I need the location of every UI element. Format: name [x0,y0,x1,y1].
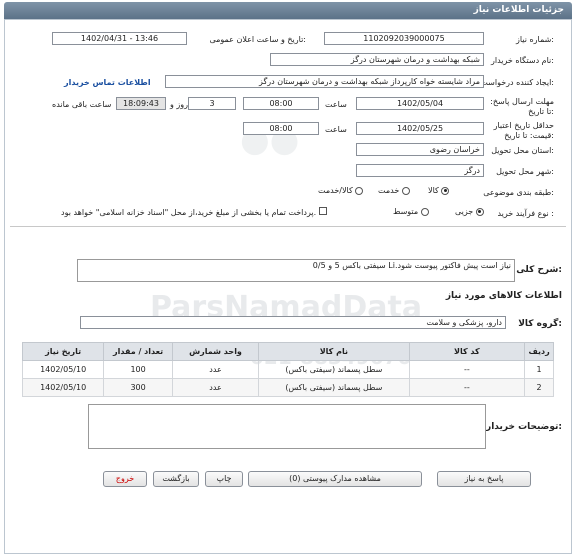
goods-table: تاریخ نیاز تعداد / مقدار واحد شمارش نام … [21,342,554,397]
process-option-minor[interactable]: جزیی [455,207,484,216]
goods-group-field: دارو، پزشکی و سلامت [80,316,506,329]
deadline-date-field: 1402/05/04 [356,97,484,110]
radio-icon[interactable] [420,207,429,216]
category-option-service[interactable]: خدمت [378,186,410,195]
cell-quantity: 100 [103,360,173,379]
goods-section-title: اطلاعات کالاهای مورد نیاز [445,291,562,301]
back-button[interactable]: بازگشت [153,471,199,487]
deadline-time-field: 08:00 [243,97,319,110]
buyer-org-field: شبکه بهداشت و درمان شهرستان درگز [270,53,484,66]
reply-button[interactable]: پاسخ به نیاز [437,471,531,487]
radio-selected-icon[interactable] [475,207,484,216]
process-label: نوع فرآیند خرید : [497,209,554,218]
need-number-field: 1102092039000075 [324,32,484,45]
validity-time-label: ساعت [325,125,347,134]
window-title: جزئیات اطلاعات نیاز [473,5,564,15]
validity-time-field: 08:00 [243,122,319,135]
radio-icon[interactable] [401,186,410,195]
announce-field: 1402/04/31 - 13:46 [52,32,187,45]
checkbox-icon[interactable] [318,207,327,215]
col-row: ردیف [524,342,554,361]
radio-icon[interactable] [355,186,364,195]
remaining-time-field: 18:09:43 [116,97,166,110]
print-button[interactable]: چاپ [205,471,243,487]
cell-quantity: 300 [103,378,173,397]
creator-field: مراد شایسته خواه کارپرداز شبکه بهداشت و … [165,75,484,88]
days-field: 3 [188,97,236,110]
table-row[interactable]: 1402/05/10 300 عدد سطل پسماند (سیفتی باک… [21,378,554,397]
cell-item-name: سطل پسماند (سیفتی باکس) [258,360,410,379]
payment-treasury-checkbox[interactable]: پرداخت تمام یا بخشی از مبلغ خرید،از محل … [61,207,327,217]
city-label: شهر محل تحویل: [496,167,554,176]
category-option-goods[interactable]: کالا [428,186,450,195]
cell-item-code: -- [408,360,526,379]
table-row[interactable]: 1402/05/10 100 عدد سطل پسماند (سیفتی باک… [21,360,554,379]
days-label: روز و [170,100,188,109]
need-number-label: شماره نیاز: [515,35,554,44]
summary-field: سیفتی باکس 5 و 0/5 Li.نیاز است پیش فاکتو… [77,259,515,282]
deadline-time-label: ساعت [325,100,347,109]
province-field: خراسان رضوی [356,143,484,156]
buyer-contact-link[interactable]: اطلاعات تماس خریدار [64,78,151,87]
goods-group-label: گروه کالا: [518,319,562,329]
exit-button[interactable]: خروج [103,471,147,487]
window-titlebar: جزئیات اطلاعات نیاز [4,2,572,19]
col-need-date: تاریخ نیاز [21,342,105,361]
cell-item-name: سطل پسماند (سیفتی باکس) [258,378,410,397]
divider [10,226,566,227]
buyer-org-label: نام دستگاه خریدار: [490,56,554,65]
goods-table-header: تاریخ نیاز تعداد / مقدار واحد شمارش نام … [21,342,554,361]
cell-row: 2 [524,378,554,397]
validity-date-field: 1402/05/25 [356,122,484,135]
col-item-name: نام کالا [258,342,410,361]
process-option-medium[interactable]: متوسط [393,207,429,216]
buyer-notes-field [88,404,486,449]
cell-need-date: 1402/05/10 [21,360,105,379]
col-item-code: کد کالا [408,342,526,361]
cell-unit: عدد [171,360,260,379]
city-field: درگز [356,164,484,177]
col-quantity: تعداد / مقدار [103,342,173,361]
province-label: استان محل تحویل: [491,146,554,155]
validity-label: حداقل تاریخ اعتبار قیمت: تا تاریخ: [493,121,554,140]
remaining-label: ساعت باقی مانده [52,100,112,109]
deadline-label: مهلت ارسال پاسخ: تا تاریخ: [490,97,554,116]
view-attachments-button[interactable]: مشاهده مدارک پیوستی (0) [248,471,422,487]
col-unit: واحد شمارش [171,342,260,361]
cell-row: 1 [524,360,554,379]
cell-item-code: -- [408,378,526,397]
category-option-both[interactable]: کالا/خدمت [318,186,364,195]
announce-label: تاریخ و ساعت اعلان عمومی: [209,35,306,44]
buyer-notes-label: توضیحات خریدار: [486,422,562,432]
creator-label: ایجاد کننده درخواست: [480,78,554,87]
category-label: طبقه بندی موضوعی: [483,188,554,197]
radio-selected-icon[interactable] [441,186,450,195]
cell-need-date: 1402/05/10 [21,378,105,397]
cell-unit: عدد [171,378,260,397]
